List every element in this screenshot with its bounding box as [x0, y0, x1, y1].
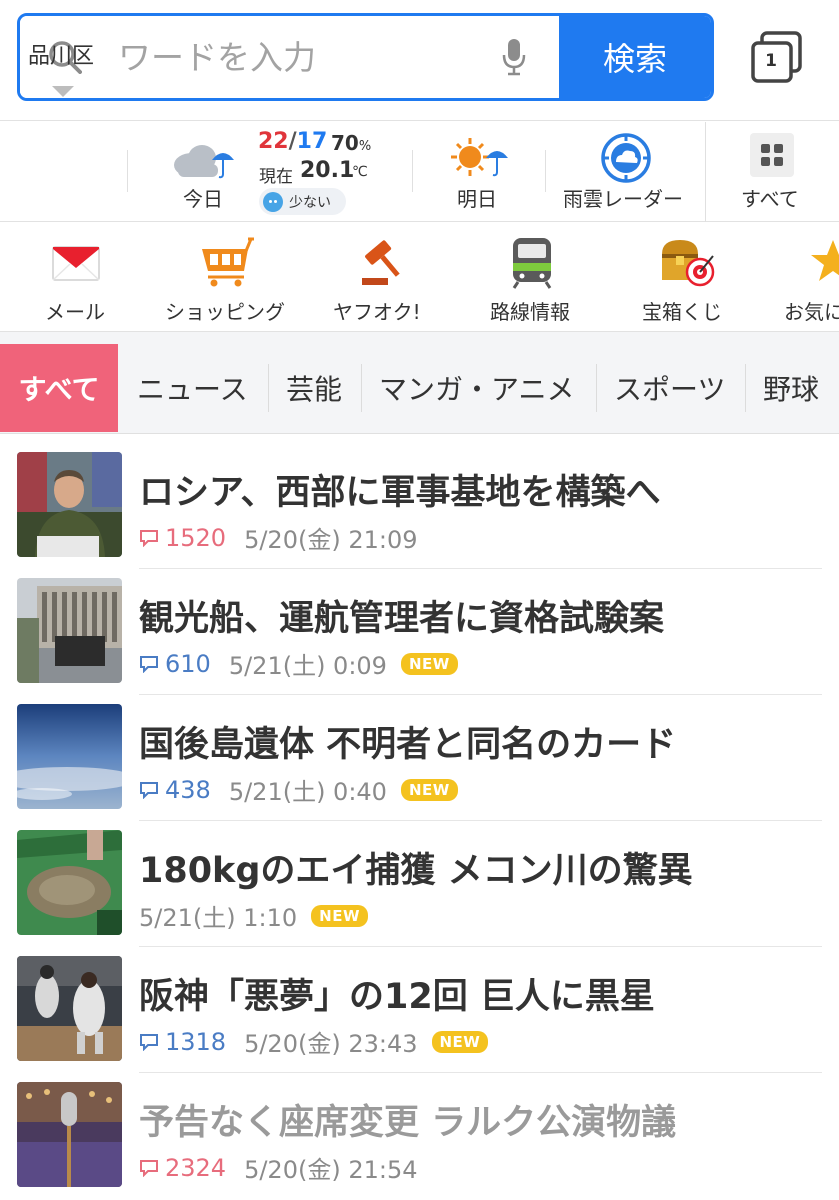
pollen-badge[interactable]: 少ない [259, 188, 346, 215]
news-date: 5/21(土) 0:09 [228, 652, 387, 680]
temp-low: 17 [296, 129, 328, 154]
tab-sports[interactable]: スポーツ [614, 344, 725, 432]
tab-count: 1 [765, 51, 777, 71]
weather-tomorrow-label[interactable]: 明日 [457, 183, 497, 212]
grid-icon[interactable] [750, 133, 794, 177]
weather-temps: 22/17 [258, 129, 328, 154]
search-input[interactable] [116, 36, 480, 78]
news-thumbnail [17, 452, 122, 557]
shortcut-label: ヤフオク! [333, 300, 421, 324]
search-bar: 検索 [17, 13, 714, 101]
comment-count: 1520 [139, 524, 226, 552]
cloud-rain-icon [174, 145, 234, 179]
news-headline[interactable]: ロシア、西部に軍事基地を構築へ [139, 464, 661, 515]
rain-radar-icon [601, 133, 651, 183]
comment-icon [140, 655, 158, 673]
shortcut-label: 路線情報 [490, 300, 570, 324]
search-field[interactable] [20, 16, 559, 98]
shortcut-mail[interactable]: メール [0, 222, 150, 330]
temp-high: 22 [258, 129, 289, 154]
news-thumbnail [17, 578, 122, 683]
news-item[interactable]: ロシア、西部に軍事基地を構築へ 1520 5/20(金) 21:09 [0, 434, 839, 560]
news-thumbnail [17, 704, 122, 809]
new-badge: NEW [400, 652, 458, 675]
news-date: 5/21(土) 1:10 [139, 904, 298, 932]
weather-bar [0, 120, 839, 222]
auction-gavel-icon [362, 240, 400, 285]
category-tabs: すべて ニュース 芸能 マンガ・アニメ スポーツ 野球 [0, 332, 839, 434]
news-item[interactable]: 観光船、運航管理者に資格試験案 610 5/21(土) 0:09 NEW [0, 560, 839, 686]
news-meta: 5/21(土) 1:10 NEW [139, 898, 369, 933]
weather-location[interactable]: 品川区 [28, 38, 94, 70]
shortcut-train[interactable]: 路線情報 [470, 222, 600, 330]
comment-count: 610 [139, 650, 211, 678]
mail-icon [52, 246, 100, 281]
sun-rain-icon [451, 138, 508, 177]
current-temp: 20.1 [300, 158, 355, 183]
news-item[interactable]: 180kgのエイ捕獲 メコン川の驚異 5/21(土) 1:10 NEW [0, 812, 839, 938]
comment-icon [140, 1033, 158, 1051]
tab-news[interactable]: ニュース [137, 344, 248, 432]
comment-icon [140, 781, 158, 799]
search-button[interactable]: 検索 [559, 16, 711, 98]
tab-all[interactable]: すべて [0, 344, 118, 432]
shortcut-auction[interactable]: ヤフオク! [320, 222, 440, 330]
news-thumbnail [17, 1082, 122, 1187]
news-thumbnail [17, 956, 122, 1061]
shopping-cart-icon [202, 237, 254, 287]
comment-count: 438 [139, 776, 211, 804]
tab-baseball[interactable]: 野球 [763, 344, 819, 432]
comment-count: 1318 [139, 1028, 226, 1056]
news-headline[interactable]: 予告なく座席変更 ラルク公演物議 [139, 1094, 676, 1145]
new-badge: NEW [431, 1030, 489, 1053]
news-headline[interactable]: 国後島遺体 不明者と同名のカード [139, 716, 676, 767]
weather-radar-label[interactable]: 雨雲レーダー [563, 183, 683, 212]
shortcut-treasure[interactable]: 宝箱くじ [630, 222, 750, 330]
pollen-face-icon [263, 191, 283, 212]
news-meta: 1318 5/20(金) 23:43 NEW [139, 1024, 489, 1059]
current-temp-label: 現在 [259, 167, 293, 187]
shortcut-bar: メール ショッピング ヤフオク! 路線情報 宝箱くじ お気に [0, 222, 839, 332]
news-headline[interactable]: 観光船、運航管理者に資格試験案 [139, 590, 664, 641]
news-meta: 438 5/21(土) 0:40 NEW [139, 772, 458, 807]
news-headline[interactable]: 阪神「悪夢」の12回 巨人に黒星 [139, 968, 655, 1019]
shortcut-label: ショッピング [165, 300, 285, 324]
weather-today-label[interactable]: 今日 [183, 183, 223, 212]
news-headline[interactable]: 180kgのエイ捕獲 メコン川の驚異 [139, 842, 693, 893]
train-icon [512, 238, 552, 289]
news-thumbnail [17, 830, 122, 935]
shortcut-label: お気に [784, 300, 839, 324]
news-item[interactable]: 予告なく座席変更 ラルク公演物議 2324 5/20(金) 21:54 [0, 1064, 839, 1190]
new-badge: NEW [311, 904, 369, 927]
news-date: 5/20(金) 21:54 [244, 1156, 418, 1184]
current-temp-unit: ℃ [352, 164, 368, 180]
news-meta: 610 5/21(土) 0:09 NEW [139, 646, 458, 681]
shortcut-label: 宝箱くじ [642, 300, 722, 324]
shortcut-favorites[interactable]: お気に [770, 222, 839, 330]
treasure-box-icon [662, 240, 715, 287]
shortcut-label: メール [45, 300, 105, 324]
tab-manga-anime[interactable]: マンガ・アニメ [379, 344, 574, 432]
news-item[interactable]: 阪神「悪夢」の12回 巨人に黒星 1318 5/20(金) 23:43 NEW [0, 938, 839, 1064]
microphone-icon[interactable] [501, 37, 527, 77]
comment-icon [140, 529, 158, 547]
weather-all-label[interactable]: すべて [741, 183, 799, 212]
comment-count: 2324 [139, 1154, 226, 1182]
news-date: 5/21(土) 0:40 [228, 778, 387, 806]
star-icon [811, 240, 839, 281]
shortcut-shopping[interactable]: ショッピング [150, 222, 310, 330]
chevron-down-icon[interactable] [52, 86, 74, 97]
browser-tabs-button[interactable]: 1 [750, 30, 804, 84]
tab-entertainment[interactable]: 芸能 [286, 344, 342, 432]
news-date: 5/20(金) 21:09 [244, 526, 418, 554]
news-meta: 2324 5/20(金) 21:54 [139, 1150, 418, 1185]
comment-icon [140, 1159, 158, 1177]
news-meta: 1520 5/20(金) 21:09 [139, 520, 418, 555]
news-item[interactable]: 国後島遺体 不明者と同名のカード 438 5/21(土) 0:40 NEW [0, 686, 839, 812]
news-date: 5/20(金) 23:43 [244, 1030, 418, 1058]
precipitation: 70% [331, 131, 372, 155]
new-badge: NEW [400, 778, 458, 801]
